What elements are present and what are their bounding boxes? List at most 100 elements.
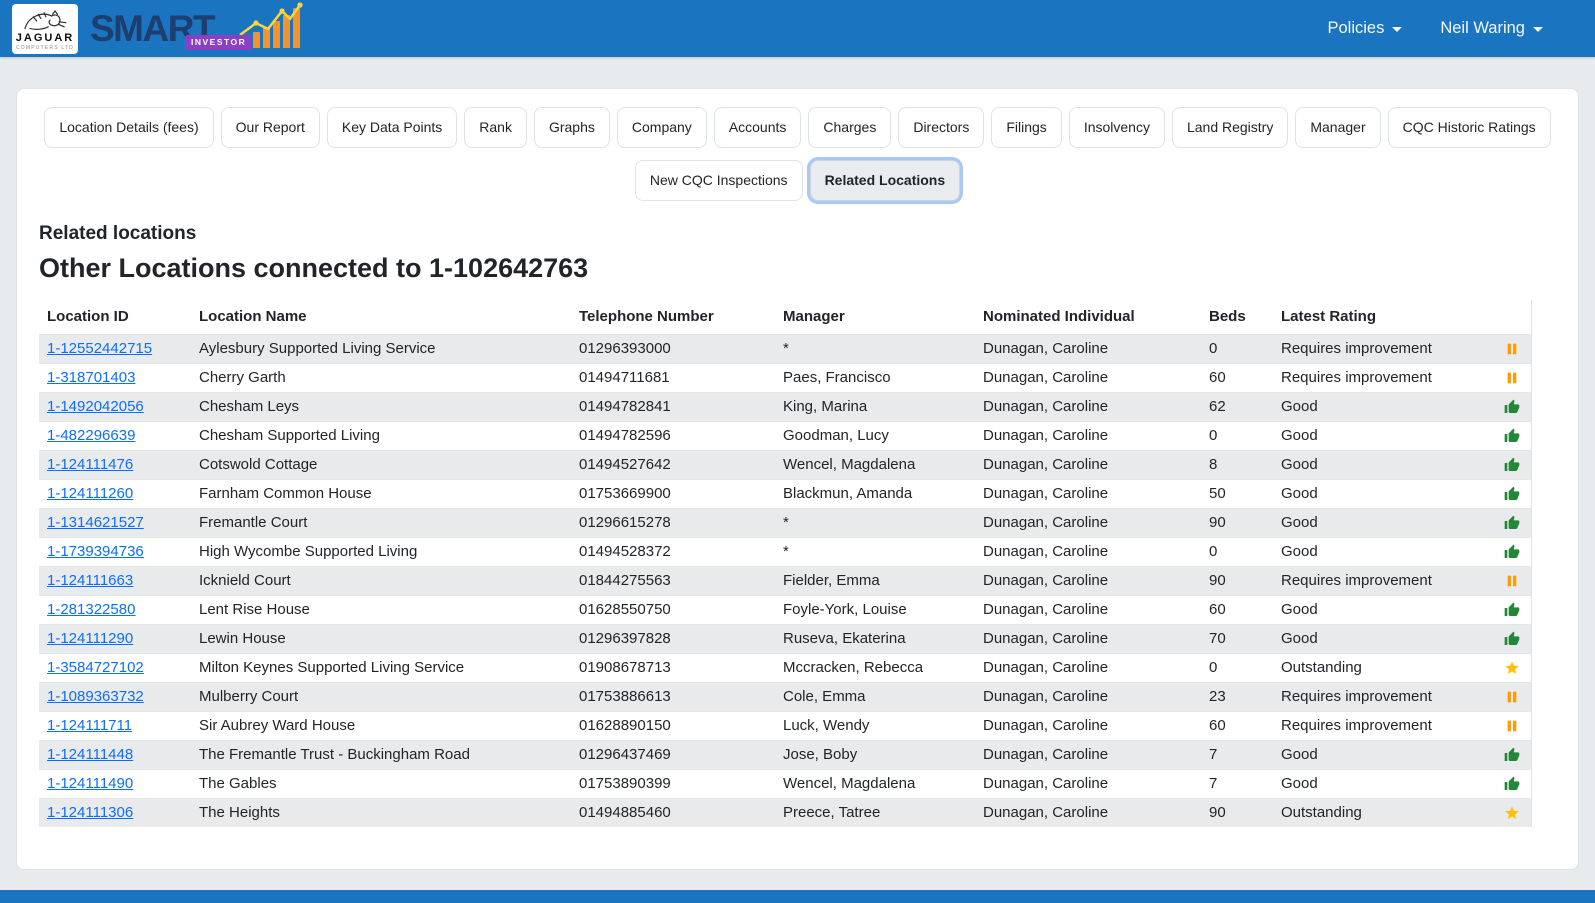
- manager-cell: Preece, Tatree: [775, 799, 975, 828]
- latest-rating-cell: Good: [1273, 422, 1493, 451]
- table-body: 1-12552442715Aylesbury Supported Living …: [39, 335, 1531, 828]
- latest-rating-cell: Outstanding: [1273, 654, 1493, 683]
- tab-location-details-fees[interactable]: Location Details (fees): [44, 107, 213, 148]
- location-id-link[interactable]: 1-281322580: [47, 601, 135, 618]
- latest-rating-cell: Good: [1273, 770, 1493, 799]
- column-header-telephone-number: Telephone Number: [571, 300, 775, 335]
- nominated-individual-cell: Dunagan, Caroline: [975, 480, 1201, 509]
- location-id-cell: 1-1089363732: [39, 683, 191, 712]
- telephone-cell: 01296615278: [571, 509, 775, 538]
- tab-rank[interactable]: Rank: [464, 107, 527, 148]
- tab-directors[interactable]: Directors: [898, 107, 984, 148]
- location-id-cell: 1-124111711: [39, 712, 191, 741]
- rating-icon-cell: [1493, 335, 1531, 364]
- location-id-link[interactable]: 1-1739394736: [47, 543, 144, 560]
- tab-new-cqc-inspections[interactable]: New CQC Inspections: [635, 160, 803, 201]
- location-id-link[interactable]: 1-482296639: [47, 427, 135, 444]
- beds-cell: 0: [1201, 654, 1273, 683]
- latest-rating-cell: Good: [1273, 393, 1493, 422]
- thumbs-up-icon: [1504, 515, 1520, 531]
- rating-icon-cell: [1493, 654, 1531, 683]
- nominated-individual-cell: Dunagan, Caroline: [975, 567, 1201, 596]
- telephone-cell: 01296397828: [571, 625, 775, 654]
- table-row: 1-318701403Cherry Garth01494711681Paes, …: [39, 364, 1531, 393]
- pause-icon: [1504, 718, 1520, 734]
- location-id-link[interactable]: 1-124111476: [47, 456, 133, 473]
- user-menu[interactable]: Neil Waring: [1440, 19, 1543, 38]
- main-content: Location Details (fees)Our ReportKey Dat…: [0, 57, 1595, 870]
- chevron-down-icon: [1533, 27, 1543, 32]
- location-id-link[interactable]: 1-318701403: [47, 369, 135, 386]
- telephone-cell: 01844275563: [571, 567, 775, 596]
- thumbs-up-icon: [1504, 631, 1520, 647]
- tab-manager[interactable]: Manager: [1295, 107, 1380, 148]
- nominated-individual-cell: Dunagan, Caroline: [975, 683, 1201, 712]
- manager-cell: Cole, Emma: [775, 683, 975, 712]
- manager-cell: Wencel, Magdalena: [775, 770, 975, 799]
- location-id-link[interactable]: 1-124111663: [47, 572, 133, 589]
- table-row: 1-124111663Icknield Court01844275563Fiel…: [39, 567, 1531, 596]
- telephone-cell: 01628550750: [571, 596, 775, 625]
- location-id-link[interactable]: 1-3584727102: [47, 659, 144, 676]
- location-id-link[interactable]: 1-124111490: [47, 775, 133, 792]
- tab-charges[interactable]: Charges: [808, 107, 891, 148]
- tab-accounts[interactable]: Accounts: [714, 107, 802, 148]
- tab-land-registry[interactable]: Land Registry: [1172, 107, 1288, 148]
- rating-icon-cell: [1493, 596, 1531, 625]
- pause-icon: [1504, 573, 1520, 589]
- latest-rating-cell: Good: [1273, 480, 1493, 509]
- policies-menu-label: Policies: [1327, 19, 1384, 38]
- tab-insolvency[interactable]: Insolvency: [1069, 107, 1165, 148]
- rating-icon-cell: [1493, 509, 1531, 538]
- location-id-link[interactable]: 1-124111711: [47, 717, 132, 734]
- location-id-link[interactable]: 1-1492042056: [47, 398, 144, 415]
- beds-cell: 60: [1201, 596, 1273, 625]
- telephone-cell: 01628890150: [571, 712, 775, 741]
- star-icon: [1504, 805, 1520, 821]
- location-id-cell: 1-124111490: [39, 770, 191, 799]
- rating-icon-cell: [1493, 712, 1531, 741]
- telephone-cell: 01494711681: [571, 364, 775, 393]
- table-row: 1-124111476Cotswold Cottage01494527642We…: [39, 451, 1531, 480]
- brand[interactable]: JAGUAR COMPUTERS LTD SMART INVESTOR: [12, 0, 308, 57]
- tab-filings[interactable]: Filings: [991, 107, 1061, 148]
- location-name-cell: Lewin House: [191, 625, 571, 654]
- location-name-cell: Sir Aubrey Ward House: [191, 712, 571, 741]
- thumbs-up-icon: [1504, 747, 1520, 763]
- user-menu-label: Neil Waring: [1440, 19, 1525, 38]
- location-id-link[interactable]: 1-124111306: [47, 804, 133, 821]
- location-id-link[interactable]: 1-124111290: [47, 630, 133, 647]
- tab-company[interactable]: Company: [617, 107, 707, 148]
- location-id-link[interactable]: 1-124111260: [47, 485, 133, 502]
- column-header-rating-icon: [1493, 300, 1531, 335]
- tab-key-data-points[interactable]: Key Data Points: [327, 107, 457, 148]
- location-id-link[interactable]: 1-12552442715: [47, 340, 152, 357]
- telephone-cell: 01494527642: [571, 451, 775, 480]
- table-row: 1-1089363732Mulberry Court01753886613Col…: [39, 683, 1531, 712]
- pause-icon: [1504, 341, 1520, 357]
- location-id-link[interactable]: 1-124111448: [47, 746, 133, 763]
- policies-menu[interactable]: Policies: [1327, 19, 1402, 38]
- nominated-individual-cell: Dunagan, Caroline: [975, 654, 1201, 683]
- location-id-cell: 1-1314621527: [39, 509, 191, 538]
- manager-cell: *: [775, 538, 975, 567]
- location-id-cell: 1-1739394736: [39, 538, 191, 567]
- location-id-cell: 1-1492042056: [39, 393, 191, 422]
- tab-cqc-historic-ratings[interactable]: CQC Historic Ratings: [1388, 107, 1551, 148]
- beds-cell: 60: [1201, 364, 1273, 393]
- location-id-cell: 1-124111306: [39, 799, 191, 828]
- rating-icon-cell: [1493, 422, 1531, 451]
- tab-related-locations[interactable]: Related Locations: [810, 160, 961, 201]
- location-name-cell: Fremantle Court: [191, 509, 571, 538]
- thumbs-up-icon: [1504, 544, 1520, 560]
- table-row: 1-1314621527Fremantle Court01296615278*D…: [39, 509, 1531, 538]
- manager-cell: Fielder, Emma: [775, 567, 975, 596]
- tab-graphs[interactable]: Graphs: [534, 107, 610, 148]
- beds-cell: 0: [1201, 335, 1273, 364]
- table-row: 1-482296639Chesham Supported Living01494…: [39, 422, 1531, 451]
- latest-rating-cell: Requires improvement: [1273, 683, 1493, 712]
- location-id-link[interactable]: 1-1314621527: [47, 514, 144, 531]
- rating-icon-cell: [1493, 799, 1531, 828]
- location-id-link[interactable]: 1-1089363732: [47, 688, 144, 705]
- tab-our-report[interactable]: Our Report: [221, 107, 320, 148]
